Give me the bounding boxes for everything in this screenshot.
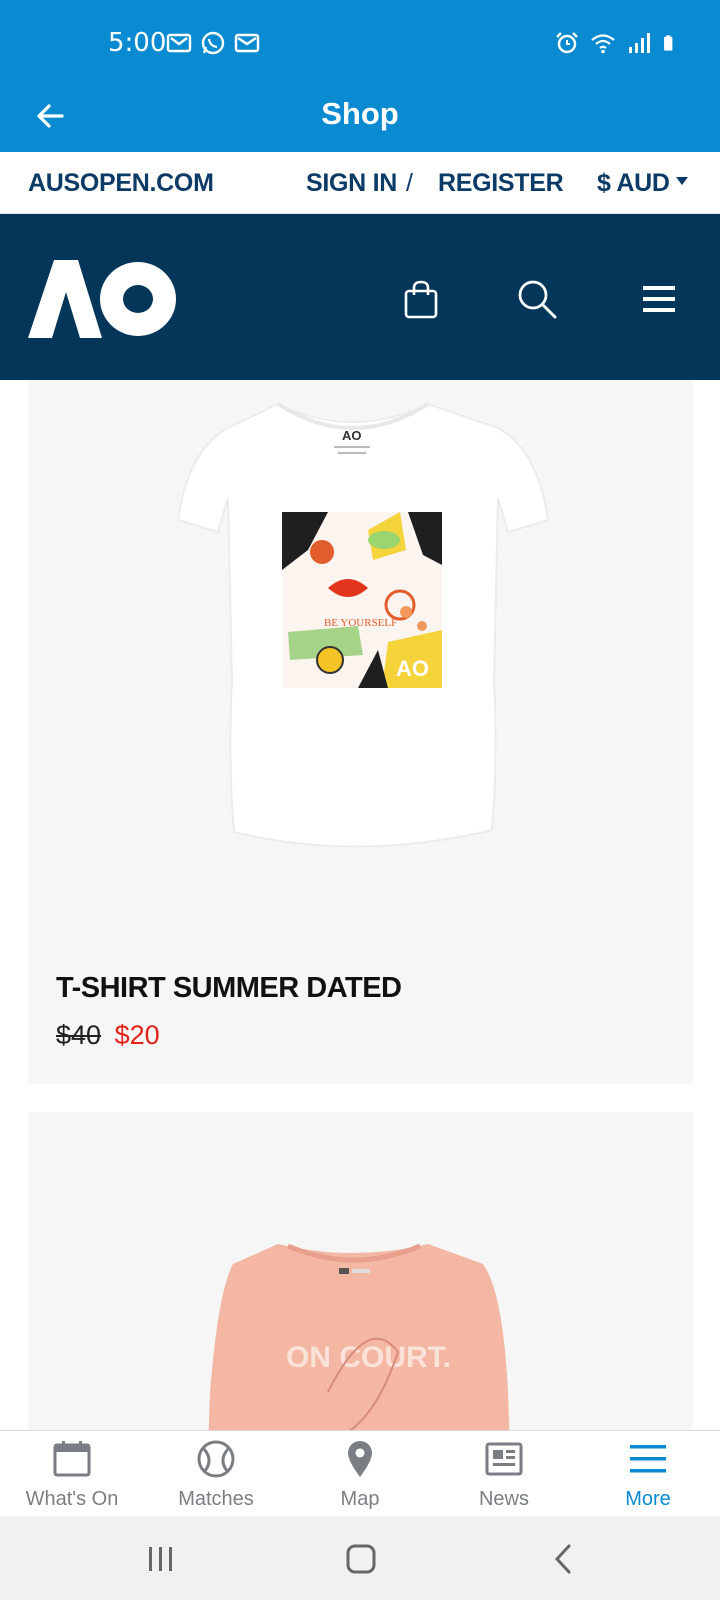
top-links-bar: AUSOPEN.COM SIGN IN / REGISTER $ AUD	[0, 152, 720, 214]
product-image[interactable]: ON COURT.	[28, 1112, 693, 1430]
product-image[interactable]: AO AO BE YOURSELF	[28, 380, 693, 920]
whatsapp-icon	[201, 31, 225, 55]
brand-bar	[0, 214, 720, 380]
wifi-icon	[591, 34, 615, 54]
product-card[interactable]: ON COURT.	[28, 1112, 693, 1430]
alarm-icon	[556, 32, 578, 54]
register-link[interactable]: REGISTER	[438, 169, 564, 198]
tennis-ball-icon	[197, 1440, 235, 1478]
hamburger-menu-icon[interactable]	[634, 274, 684, 324]
battery-icon	[664, 35, 673, 51]
link-separator: /	[406, 169, 413, 197]
calendar-icon	[53, 1441, 91, 1477]
signal-icon	[629, 33, 650, 53]
original-price: $40	[56, 1020, 102, 1050]
print-text: ON COURT.	[286, 1341, 451, 1374]
sale-price: $20	[114, 1020, 160, 1050]
tab-map[interactable]: Map	[288, 1431, 432, 1517]
bottom-navigation: What's On Matches Map News More	[0, 1430, 720, 1516]
mail-icon	[234, 33, 260, 53]
gmail-icon	[166, 33, 192, 53]
recent-apps-icon	[149, 1547, 172, 1571]
recent-apps-button[interactable]	[136, 1534, 186, 1584]
product-name[interactable]: T-SHIRT SUMMER DATED	[56, 972, 402, 1005]
ao-logo[interactable]	[28, 258, 178, 343]
search-icon[interactable]	[512, 274, 562, 324]
system-status-icons	[554, 30, 680, 56]
tab-whats-on[interactable]: What's On	[0, 1431, 144, 1517]
tab-label: More	[625, 1488, 671, 1510]
map-pin-icon	[348, 1441, 372, 1477]
sign-in-link[interactable]: SIGN IN	[306, 169, 397, 198]
product-list: AO AO BE YOURSELF T-SHIRT SUMMER DATED $…	[0, 380, 720, 1430]
svg-text:AO: AO	[342, 428, 362, 443]
app-header: Shop	[0, 88, 720, 152]
home-button[interactable]	[336, 1534, 386, 1584]
ausopen-link[interactable]: AUSOPEN.COM	[28, 169, 214, 198]
tab-more[interactable]: More	[576, 1431, 720, 1517]
page-title: Shop	[321, 96, 399, 131]
home-icon	[346, 1544, 376, 1574]
system-navigation-bar	[0, 1516, 720, 1600]
status-bar: 5:00	[0, 0, 720, 88]
tab-label: Matches	[178, 1488, 254, 1510]
tab-label: What's On	[25, 1488, 119, 1510]
currency-selector[interactable]: $ AUD	[597, 169, 670, 198]
tab-label: News	[478, 1488, 529, 1510]
system-back-button[interactable]	[538, 1534, 588, 1584]
product-card[interactable]: AO AO BE YOURSELF T-SHIRT SUMMER DATED $…	[28, 380, 693, 1084]
chevron-down-icon[interactable]	[676, 177, 688, 185]
chevron-left-icon	[554, 1544, 571, 1574]
status-time: 5:00	[108, 28, 167, 58]
print-text: BE YOURSELF	[324, 617, 397, 629]
shopping-bag-icon[interactable]	[396, 274, 446, 324]
hamburger-icon	[630, 1445, 666, 1473]
news-icon	[485, 1442, 523, 1476]
tab-matches[interactable]: Matches	[144, 1431, 288, 1517]
notification-icons	[166, 30, 260, 56]
tab-news[interactable]: News	[432, 1431, 576, 1517]
svg-text:AO: AO	[396, 656, 429, 681]
price-row: $40 $20	[56, 1020, 160, 1051]
tab-label: Map	[340, 1488, 380, 1510]
